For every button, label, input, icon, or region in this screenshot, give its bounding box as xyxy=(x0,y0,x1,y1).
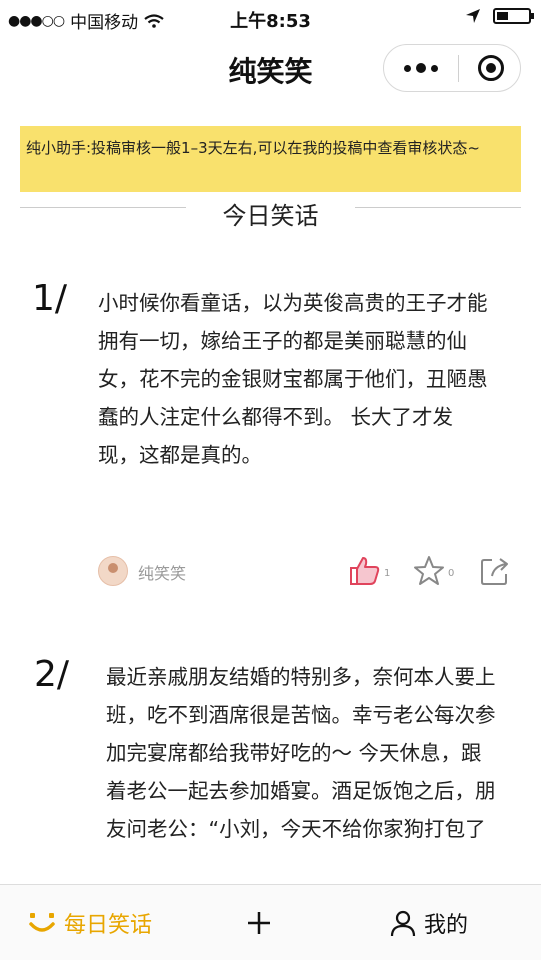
favorite-count: 0 xyxy=(448,568,455,579)
section-header: 今日笑话 xyxy=(20,196,521,236)
more-options-icon[interactable] xyxy=(404,61,454,75)
tab-daily-jokes[interactable]: 每日笑话 xyxy=(28,885,152,961)
tab-label: 每日笑话 xyxy=(64,913,153,938)
post-text[interactable]: 最近亲戚朋友结婚的特别多，奈何本人要上班，吃不到酒席很是苦恼。幸亏老公每次参加完… xyxy=(106,658,498,848)
star-icon[interactable] xyxy=(412,554,446,588)
battery-icon xyxy=(493,8,534,24)
author-name[interactable]: 纯笑笑 xyxy=(138,560,186,584)
mini-program-capsule xyxy=(383,44,521,92)
tab-label: 我的 xyxy=(424,913,469,938)
tab-mine[interactable]: 我的 xyxy=(390,885,468,961)
capsule-divider xyxy=(458,55,459,82)
tab-bar: 每日笑话 我的 xyxy=(0,884,541,960)
section-title: 今日笑话 xyxy=(222,202,319,230)
user-icon xyxy=(390,910,416,937)
avatar[interactable] xyxy=(98,556,128,586)
tab-submit[interactable] xyxy=(246,885,272,961)
clock: 上午8:53 xyxy=(230,11,311,32)
post-meta: 纯笑笑 1 0 xyxy=(98,554,518,594)
notice-banner: 纯小助手:投稿审核一般1–3天左右,可以在我的投稿中查看审核状态~ xyxy=(20,126,521,192)
smile-icon xyxy=(29,913,55,932)
status-bar: ●●●○○ 中国移动 上午8:53 xyxy=(0,0,541,36)
like-count: 1 xyxy=(384,568,391,579)
close-target-icon[interactable] xyxy=(478,55,504,81)
divider-line xyxy=(355,207,521,208)
location-arrow-icon xyxy=(466,9,480,23)
post-text[interactable]: 小时候你看童话，以为英俊高贵的王子才能拥有一切，嫁给王子的都是美丽聪慧的仙女，花… xyxy=(98,284,490,474)
plus-icon xyxy=(248,912,270,934)
post-number: 2/ xyxy=(34,654,70,695)
share-icon[interactable] xyxy=(478,554,512,588)
nav-bar: 纯笑笑 xyxy=(0,38,541,98)
post-number: 1/ xyxy=(32,278,68,319)
like-thumb-icon[interactable] xyxy=(348,554,382,588)
